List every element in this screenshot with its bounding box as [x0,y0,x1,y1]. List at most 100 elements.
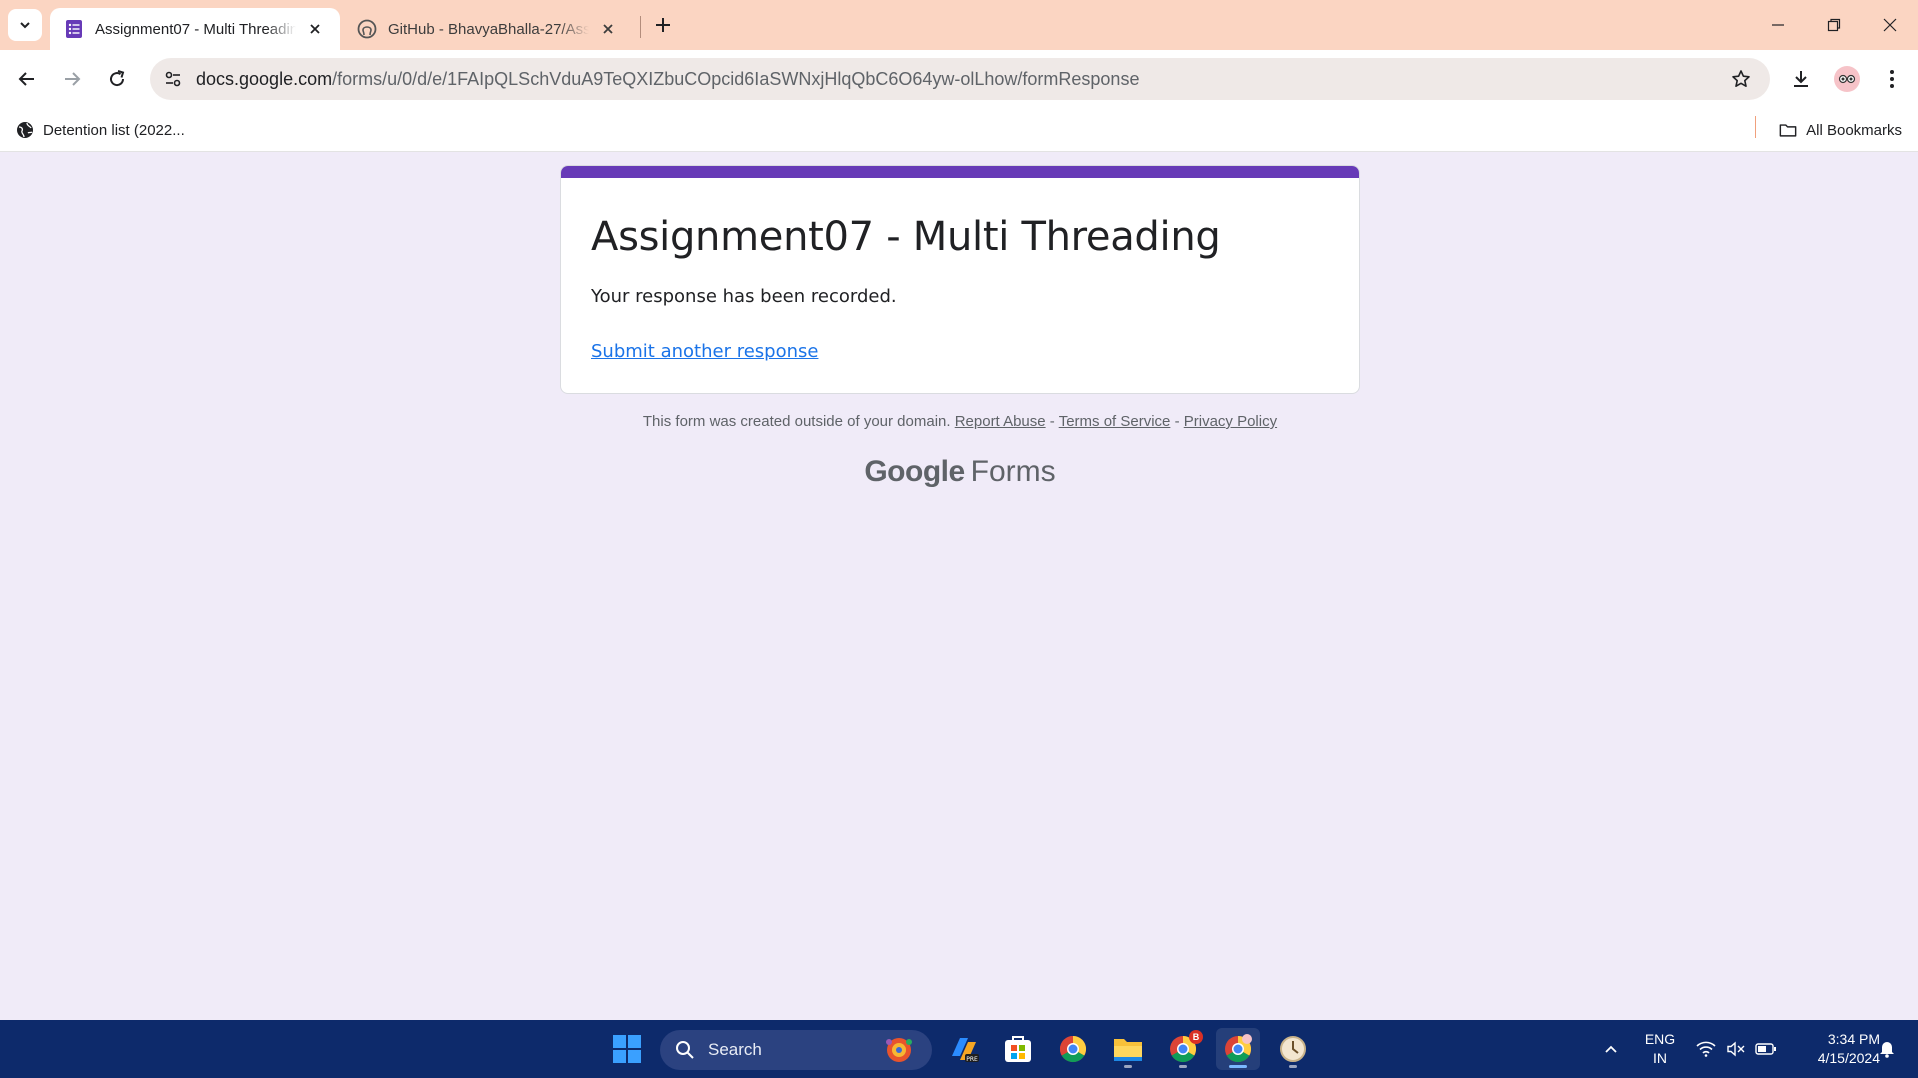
google-forms-icon [64,19,84,39]
taskbar-file-explorer[interactable] [1106,1028,1150,1070]
url-host: docs.google.com [196,68,333,89]
restore-button[interactable] [1806,0,1862,50]
logo-forms-text: Forms [970,455,1056,488]
footer-disclaimer: This form was created outside of your do… [642,413,951,430]
minimize-button[interactable] [1750,0,1806,50]
copilot-icon: PRE [952,1038,979,1063]
all-bookmarks-button[interactable]: All Bookmarks [1773,116,1908,144]
profile-avatar-icon [1834,66,1860,92]
system-clock[interactable]: 3:34 PM 4/15/2024 [1790,1030,1880,1068]
chrome-menu-button[interactable] [1875,62,1909,96]
tab-strip: Assignment07 - Multi Threading GitHub - … [0,0,1918,50]
restore-icon [1827,18,1841,32]
volume-status[interactable] [1722,1020,1750,1078]
reload-icon [110,70,125,87]
taskbar-chrome[interactable] [1051,1028,1095,1070]
search-icon [674,1039,696,1061]
tab-github[interactable]: GitHub - BhavyaBhalla-27/Assignment07 [343,8,633,50]
url-text: docs.google.com/forms/u/0/d/e/1FAIpQLSch… [196,69,1139,90]
close-tab-icon[interactable] [304,18,326,40]
show-hidden-icons-button[interactable] [1596,1020,1626,1078]
bell-icon [1880,1042,1894,1058]
back-button[interactable] [10,62,44,96]
close-icon [1883,18,1897,32]
more-vertical-icon [1890,70,1894,88]
tab-title: GitHub - BhavyaBhalla-27/Assignment07 [388,20,589,38]
reload-button[interactable] [100,62,134,96]
google-forms-logo[interactable]: Google Forms [560,455,1360,489]
wifi-status[interactable] [1692,1020,1720,1078]
folder-icon [1779,121,1797,139]
forward-button[interactable] [55,62,89,96]
taskbar-microsoft-store[interactable] [996,1028,1040,1070]
taskbar-search[interactable]: Search [660,1030,932,1070]
bookmark-label: Detention list (2022... [43,121,185,139]
language-code: ENG [1644,1031,1676,1047]
bookmark-star-icon[interactable] [1726,64,1756,94]
plus-icon [656,18,670,32]
footer-separator: - [1049,413,1055,430]
form-footer: This form was created outside of your do… [560,413,1360,430]
arrow-right-icon [65,72,81,86]
store-icon [1005,1036,1031,1062]
running-indicator [1124,1065,1132,1068]
download-icon [1794,71,1808,87]
site-info-icon[interactable] [158,64,188,94]
running-indicator [1289,1065,1297,1068]
language-indicator[interactable]: ENG IN [1640,1030,1680,1068]
clock-time: 3:34 PM [1827,1031,1880,1047]
wifi-icon [1696,1041,1716,1057]
footer-separator: - [1174,413,1180,430]
globe-icon [16,121,34,139]
close-window-button[interactable] [1862,0,1918,50]
chrome-icon [1225,1034,1252,1063]
profile-button[interactable] [1830,62,1864,96]
terms-of-service-link[interactable]: Terms of Service [1059,413,1171,430]
search-placeholder: Search [708,1040,762,1059]
taskbar-chrome-active[interactable] [1216,1028,1260,1070]
bookmark-detention-list[interactable]: Detention list (2022... [10,116,191,144]
all-bookmarks-label: All Bookmarks [1806,121,1902,139]
svg-text:PRE: PRE [966,1056,978,1063]
app-clock-icon [1280,1036,1306,1062]
github-icon [357,19,377,39]
taskbar-chrome-profile-b[interactable]: B [1161,1028,1205,1070]
taskbar-copilot[interactable]: PRE [942,1028,986,1070]
submit-another-response-link[interactable]: Submit another response [591,341,818,362]
tab-title: Assignment07 - Multi Threading [95,20,296,38]
clock-date: 4/15/2024 [1817,1050,1880,1066]
battery-icon [1755,1043,1776,1055]
folder-icon [1114,1039,1142,1061]
privacy-policy-link[interactable]: Privacy Policy [1184,413,1277,430]
profile-badge: B [1189,1030,1203,1044]
close-tab-icon[interactable] [597,18,619,40]
form-title: Assignment07 - Multi Threading [591,214,1221,260]
active-indicator [1229,1065,1247,1068]
battery-status[interactable] [1752,1020,1780,1078]
start-button[interactable] [605,1028,649,1070]
logo-google-text: Google [864,455,965,488]
form-accent-bar [561,166,1359,178]
chevron-up-icon [1605,1045,1617,1053]
tab-separator [640,16,641,38]
arrow-left-icon [18,72,34,86]
chevron-down-icon [20,22,30,29]
minimize-icon [1772,24,1784,26]
report-abuse-link[interactable]: Report Abuse [955,413,1046,430]
tab-google-forms[interactable]: Assignment07 - Multi Threading [50,8,340,50]
tab-search-button[interactable] [8,9,42,41]
volume-muted-icon [1727,1041,1745,1057]
taskbar-app-clock[interactable] [1271,1028,1315,1070]
bookmarks-bar: Detention list (2022... All Bookmarks [0,108,1918,152]
downloads-button[interactable] [1784,62,1818,96]
windows-taskbar: Search PRE B ENG IN 3:34 PM 4/15/2024 [0,1020,1918,1078]
new-tab-button[interactable] [648,10,678,40]
url-path: /forms/u/0/d/e/1FAIpQLSchVduA9TeQXIZbuCO… [332,68,1140,89]
confirmation-message: Your response has been recorded. [591,286,897,307]
chrome-icon [1059,1035,1087,1063]
form-response-card: Assignment07 - Multi Threading Your resp… [560,165,1360,394]
region-code: IN [1653,1050,1667,1066]
notifications-button[interactable] [1872,1020,1902,1078]
address-bar[interactable]: docs.google.com/forms/u/0/d/e/1FAIpQLSch… [150,58,1770,100]
search-highlight-icon [882,1034,916,1066]
